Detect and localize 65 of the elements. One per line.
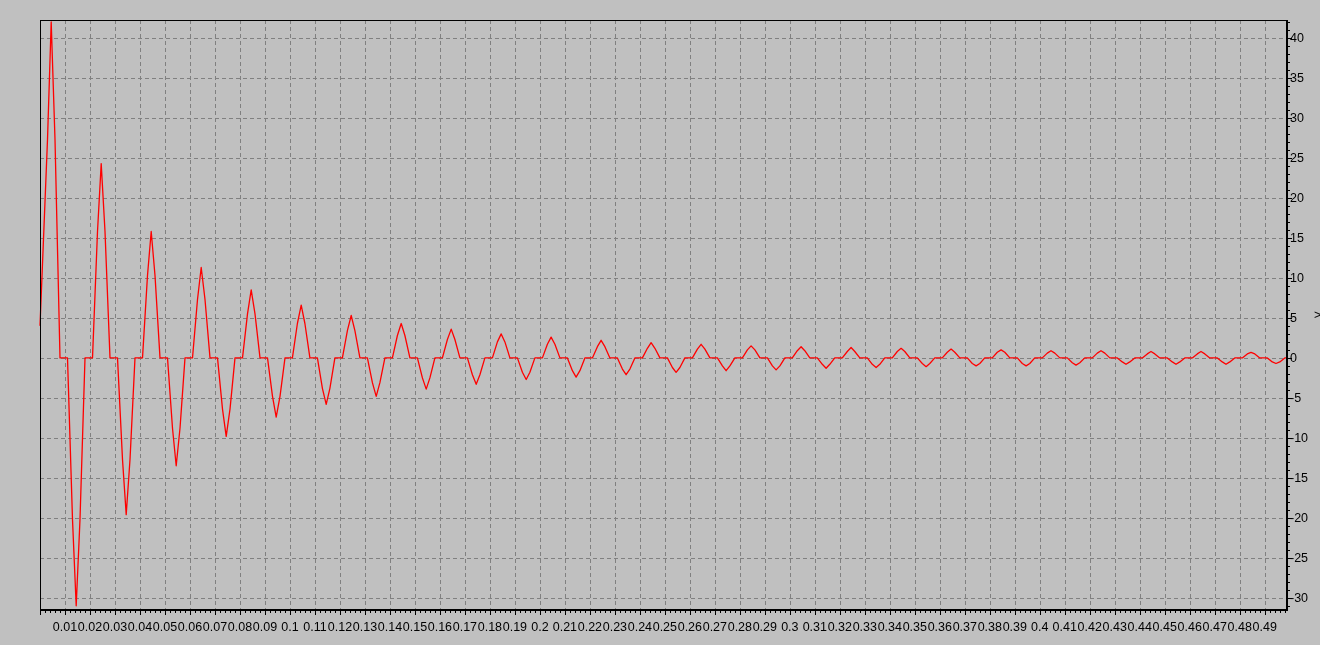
x-tick-label: 0.36 [927, 620, 952, 634]
y-tick-label: -10 [1290, 431, 1309, 446]
x-tick-label: 0.3 [781, 620, 799, 634]
y-tick-label: -25 [1290, 551, 1309, 566]
x-tick-label: 0.28 [727, 620, 753, 634]
x-tick-label: 0.06 [177, 620, 203, 634]
x-tick-label: 0.46 [1177, 620, 1202, 634]
x-tick-label: 0.37 [952, 620, 977, 634]
x-tick-label: 0.44 [1127, 620, 1152, 634]
x-tick-label: 0.09 [252, 620, 278, 634]
x-tick-label: 0.47 [1202, 620, 1227, 634]
x-tick-label: 0.04 [127, 620, 153, 634]
y-tick-label: 35 [1290, 71, 1304, 86]
x-tick-label: 0.33 [852, 620, 877, 634]
x-tick-label: 0.15 [402, 620, 428, 634]
x-tick-label: 0.08 [227, 620, 253, 634]
x-tick-label: 0.43 [1102, 620, 1127, 634]
x-tick-label: 0.24 [627, 620, 653, 634]
x-tick-label: 0.25 [652, 620, 678, 634]
x-tick-label: 0.31 [802, 620, 827, 634]
x-tick-label: 0.2 [531, 620, 549, 634]
x-tick-label: 0.23 [602, 620, 628, 634]
y-tick-label: 30 [1290, 111, 1304, 126]
x-tick-label: 0.21 [552, 620, 578, 634]
x-tick-label: 0.03 [102, 620, 128, 634]
x-tick-label: 0.32 [827, 620, 852, 634]
y-tick-label: 0 [1290, 351, 1297, 366]
x-tick-label: 0.45 [1152, 620, 1177, 634]
x-tick-label: 0.14 [377, 620, 403, 634]
y-tick-label: -20 [1290, 511, 1309, 526]
x-tick-label: 0.11 [303, 620, 327, 634]
x-tick-label: 0.38 [977, 620, 1002, 634]
x-tick-label: 0.07 [202, 620, 228, 634]
x-tick-label: 0.1 [281, 620, 299, 634]
x-tick-label: 0.35 [902, 620, 927, 634]
x-tick-label: 0.01 [52, 620, 78, 634]
y-tick-label: 10 [1290, 271, 1304, 286]
x-tick-label: 0.29 [752, 620, 778, 634]
x-tick-label: 0.18 [477, 620, 503, 634]
x-tick-label: 0.49 [1252, 620, 1277, 634]
x-tick-label: 0.41 [1052, 620, 1077, 634]
y-tick-label: -30 [1290, 591, 1309, 606]
x-tick-label: 0.4 [1031, 620, 1049, 634]
x-tick-label: 0.19 [502, 620, 528, 634]
y-tick-label: 15 [1290, 231, 1304, 246]
y-tick-label: -5 [1290, 391, 1302, 406]
x-tick-label: 0.12 [327, 620, 353, 634]
x-tick-label: 0.42 [1077, 620, 1102, 634]
x-tick-label: 0.27 [702, 620, 728, 634]
x-tick-label: 0.13 [352, 620, 378, 634]
x-tick-label: 0.48 [1227, 620, 1252, 634]
y-tick-label: -15 [1290, 471, 1309, 486]
y-tick-label: 40 [1290, 31, 1304, 46]
x-tick-label: 0.39 [1002, 620, 1027, 634]
y-tick-label: 5 [1290, 311, 1297, 326]
axis-title-fragment: > [1314, 308, 1320, 322]
x-tick-label: 0.05 [152, 620, 178, 634]
y-tick-label: 25 [1290, 151, 1304, 166]
x-tick-label: 0.17 [452, 620, 478, 634]
x-tick-label: 0.22 [577, 620, 603, 634]
x-tick-label: 0.02 [77, 620, 103, 634]
y-tick-label: 20 [1290, 191, 1304, 206]
x-tick-label: 0.16 [427, 620, 453, 634]
x-tick-label: 0.34 [877, 620, 902, 634]
x-tick-label: 0.26 [677, 620, 703, 634]
